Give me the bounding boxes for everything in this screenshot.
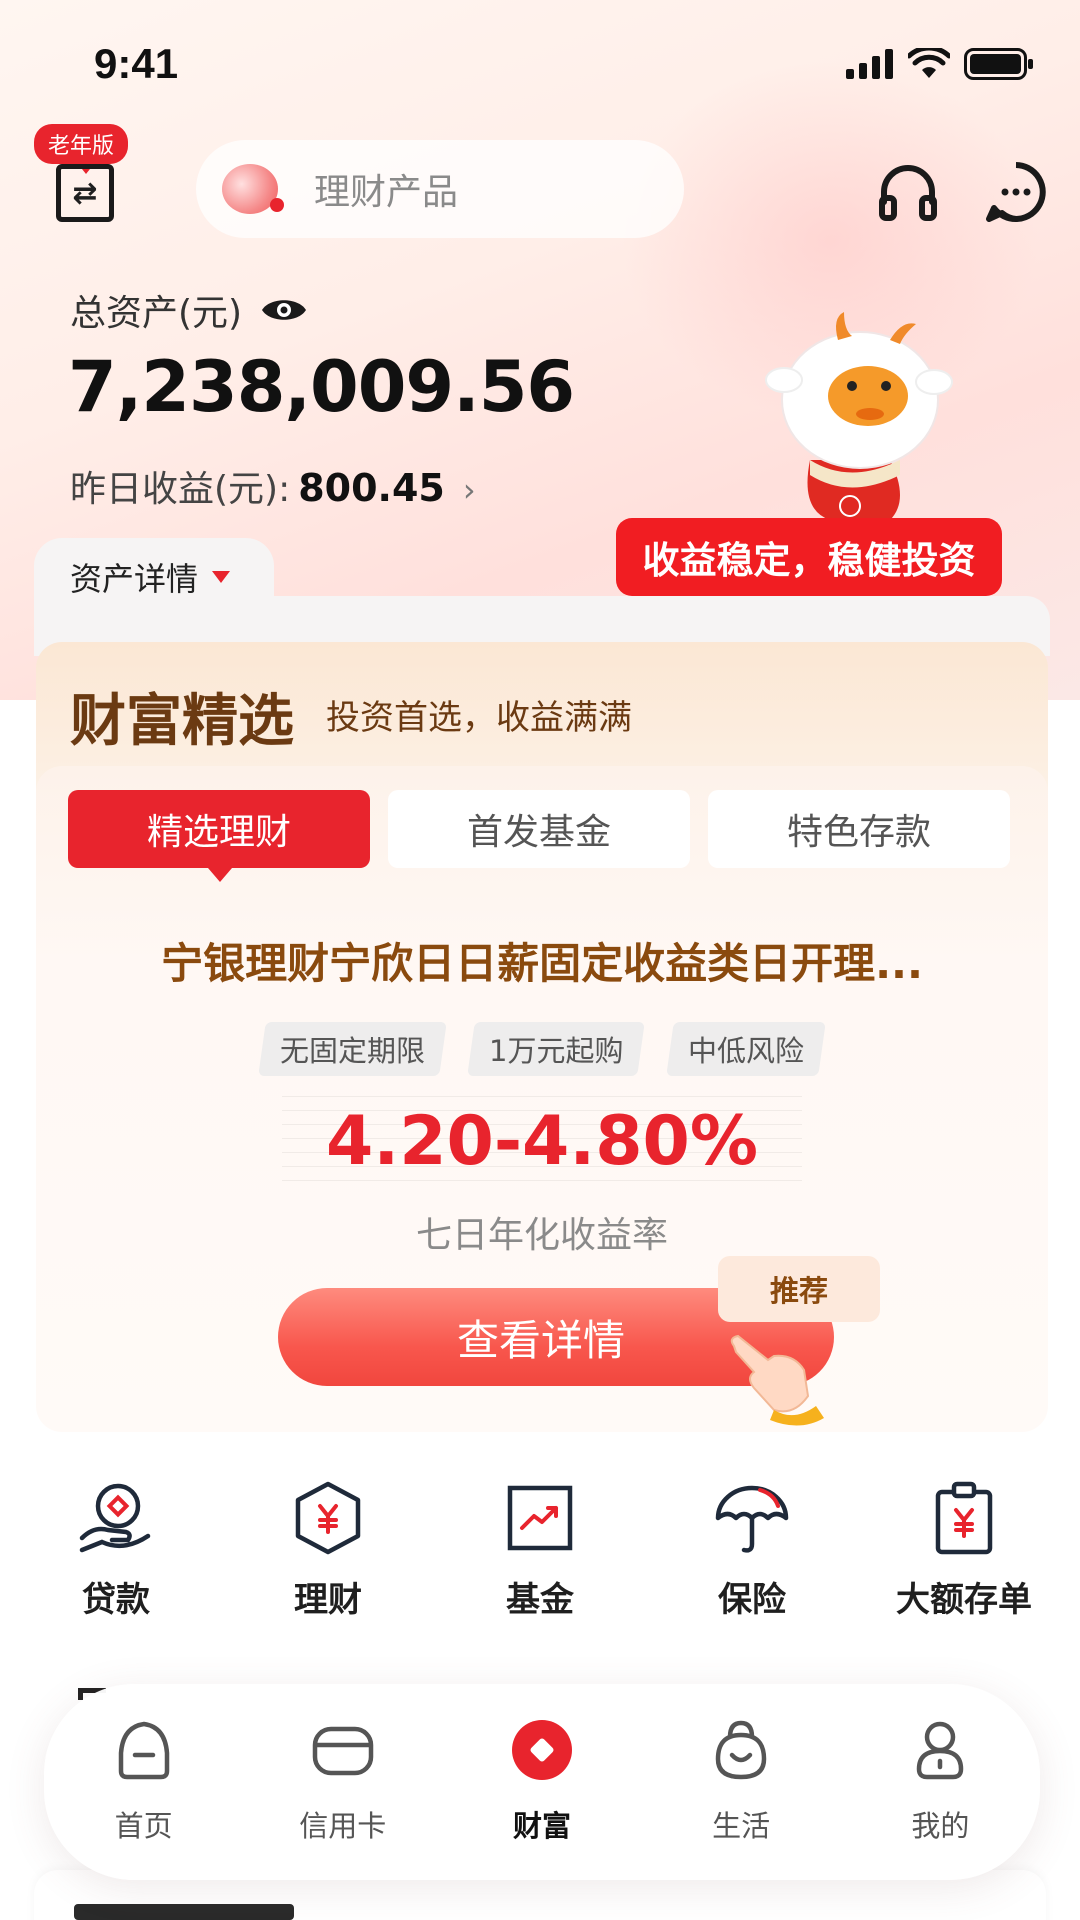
asset-detail-label: 资产详情 (70, 560, 199, 598)
pointing-hand-icon (730, 1334, 824, 1426)
status-icons (846, 48, 1034, 80)
profile-icon (917, 1721, 964, 1780)
chevron-right-icon: › (462, 471, 476, 509)
card-icon (312, 1726, 374, 1776)
nav-label: 首页 (114, 1809, 173, 1843)
nav-label: 信用卡 (299, 1809, 387, 1843)
product-tag: 1万元起购 (467, 1022, 646, 1076)
wealth-title: 财富精选 (70, 689, 294, 754)
tab-first-fund[interactable]: 首发基金 (388, 790, 690, 868)
recommend-badge: 推荐 (718, 1256, 880, 1322)
deposit-icon (935, 1481, 993, 1555)
quick-item-large-deposit[interactable]: 大额存单 (864, 1480, 1064, 1640)
rate-label: 七日年化收益率 (415, 1215, 668, 1256)
total-assets-amount: 7,238,009.56 (68, 346, 575, 428)
life-icon (715, 1720, 767, 1780)
tab-special-deposit[interactable]: 特色存款 (708, 790, 1010, 868)
product-tag: 中低风险 (665, 1022, 826, 1076)
headset-icon[interactable] (876, 160, 940, 224)
next-section-title-peek (74, 1904, 294, 1920)
wealth-tabs: 精选理财 首发基金 特色存款 (68, 790, 1010, 882)
mascot-cow-image (765, 312, 953, 520)
quick-label: 理财 (294, 1580, 362, 1620)
switch-icon: ⇄ (56, 164, 114, 222)
wealth-subtitle: 投资首选，收益满满 (326, 698, 632, 738)
home-icon (118, 1721, 169, 1780)
quick-menu: 贷款 理财 基金 保险 大额存单 (0, 1480, 1080, 1640)
quick-item-wealth[interactable]: 理财 (228, 1480, 428, 1640)
product-name[interactable]: 宁银理财宁欣日日薪固定收益类日开理... (36, 930, 1048, 991)
search-placeholder: 理财产品 (314, 172, 459, 213)
elder-mode-switch[interactable]: 老年版 ⇄ (34, 124, 144, 224)
status-time: 9:41 (94, 40, 179, 87)
quick-item-loan[interactable]: 贷款 (16, 1480, 216, 1640)
product-tag: 无固定期限 (258, 1022, 448, 1076)
quick-item-fund[interactable]: 基金 (440, 1480, 640, 1640)
quick-label: 贷款 (82, 1580, 150, 1620)
battery-icon (964, 48, 1033, 80)
tab-selected-wealth[interactable]: 精选理财 (68, 790, 370, 882)
insurance-icon (715, 1485, 789, 1553)
wealth-nav-icon (511, 1720, 572, 1780)
search-icon (222, 164, 284, 214)
wealth-product-panel: 精选理财 首发基金 特色存款 宁银理财宁欣日日薪固定收益类日开理... 无固定期… (36, 766, 1048, 1432)
nav-label: 我的 (911, 1809, 970, 1843)
wealth-selection-card: 财富精选 投资首选，收益满满 精选理财 首发基金 特色存款 宁银理财宁欣日日薪固… (36, 642, 1048, 1432)
signal-icon (846, 49, 893, 79)
total-assets-label: 总资产(元) (70, 284, 308, 336)
caret-down-icon (212, 571, 231, 583)
eye-icon[interactable] (260, 295, 308, 325)
loan-icon (79, 1483, 151, 1553)
wifi-icon (908, 48, 950, 78)
yesterday-earnings[interactable]: 昨日收益(元): 800.45 › (70, 460, 476, 512)
product-tags: 无固定期限 1万元起购 中低风险 (36, 1022, 1048, 1076)
quick-label: 基金 (506, 1580, 574, 1620)
quick-label: 保险 (718, 1580, 786, 1620)
quick-label: 大额存单 (896, 1580, 1032, 1620)
nav-label: 财富 (512, 1809, 571, 1843)
yesterday-value: 800.45 (298, 466, 445, 510)
message-icon[interactable] (984, 160, 1048, 224)
asset-detail-toggle[interactable]: 资产详情 (34, 538, 274, 616)
nav-credit-card[interactable]: 信用卡 (253, 1719, 433, 1845)
fund-icon (507, 1485, 573, 1551)
nav-profile[interactable]: 我的 (850, 1719, 1030, 1845)
elder-badge: 老年版 (34, 124, 129, 174)
nav-label: 生活 (712, 1809, 771, 1843)
promo-bubble[interactable]: 收益稳定，稳健投资 (616, 518, 1002, 596)
quick-item-insurance[interactable]: 保险 (652, 1480, 852, 1640)
search-bar[interactable]: 理财产品 (196, 140, 684, 238)
nav-life[interactable]: 生活 (651, 1719, 831, 1845)
nav-home[interactable]: 首页 (54, 1719, 234, 1845)
status-bar: 9:41 (0, 0, 1080, 130)
wealth-icon (295, 1481, 361, 1555)
nav-wealth[interactable]: 财富 (452, 1719, 632, 1845)
bottom-navigation: 首页 信用卡 财富 生活 我的 (44, 1684, 1040, 1880)
yesterday-label: 昨日收益(元): (70, 469, 291, 510)
total-assets-text: 总资产(元) (70, 293, 243, 334)
product-rate: 4.20-4.80% (326, 1102, 758, 1181)
